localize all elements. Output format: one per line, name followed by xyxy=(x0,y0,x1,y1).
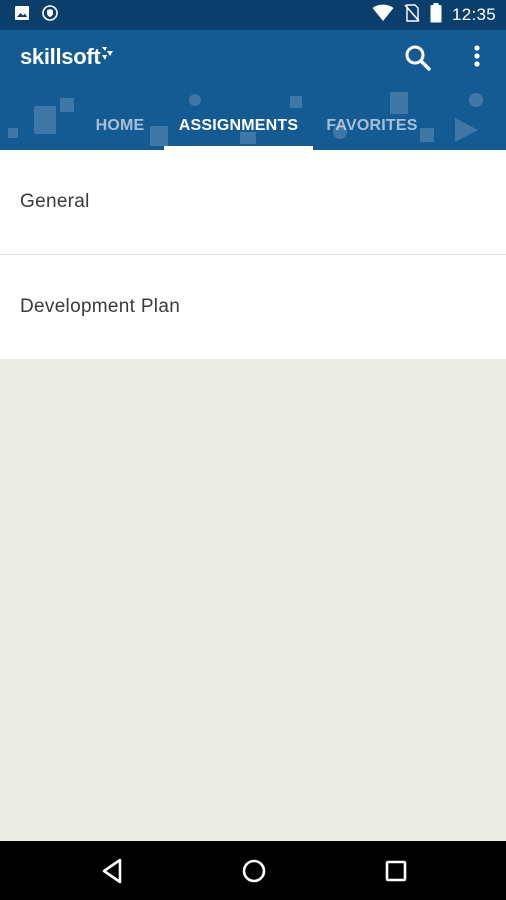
status-time: 12:35 xyxy=(451,5,496,24)
brand-mark-icon xyxy=(101,42,115,68)
recents-icon[interactable] xyxy=(380,855,412,887)
tab-favorites[interactable]: FAVORITES xyxy=(318,102,426,150)
tab-assignments[interactable]: ASSIGNMENTS xyxy=(164,102,313,150)
home-icon[interactable] xyxy=(238,855,270,887)
battery-icon xyxy=(430,2,442,28)
status-left xyxy=(14,4,58,26)
status-bar: 12:35 xyxy=(0,0,506,30)
list-item-development-plan[interactable]: Development Plan xyxy=(0,255,506,359)
brand-wordmark: skillsoft xyxy=(20,44,101,69)
system-nav-bar xyxy=(0,841,506,900)
list-item-general[interactable]: General xyxy=(0,150,506,254)
more-vert-icon[interactable] xyxy=(466,42,488,74)
search-icon[interactable] xyxy=(402,42,434,74)
assignment-list: General Development Plan xyxy=(0,150,506,359)
status-right: 12:35 xyxy=(372,2,496,28)
wifi-icon xyxy=(372,4,394,27)
tab-bar: HOME ASSIGNMENTS FAVORITES xyxy=(0,102,506,150)
back-icon[interactable] xyxy=(96,855,128,887)
no-sim-icon xyxy=(404,3,420,27)
brand-logo: skillsoft xyxy=(20,44,115,70)
image-icon xyxy=(14,5,30,26)
app-bar: skillsoft HOME ASSIGNMENTS FAVORITES xyxy=(0,30,506,150)
tab-home[interactable]: HOME xyxy=(80,102,160,150)
shield-icon xyxy=(42,4,58,26)
